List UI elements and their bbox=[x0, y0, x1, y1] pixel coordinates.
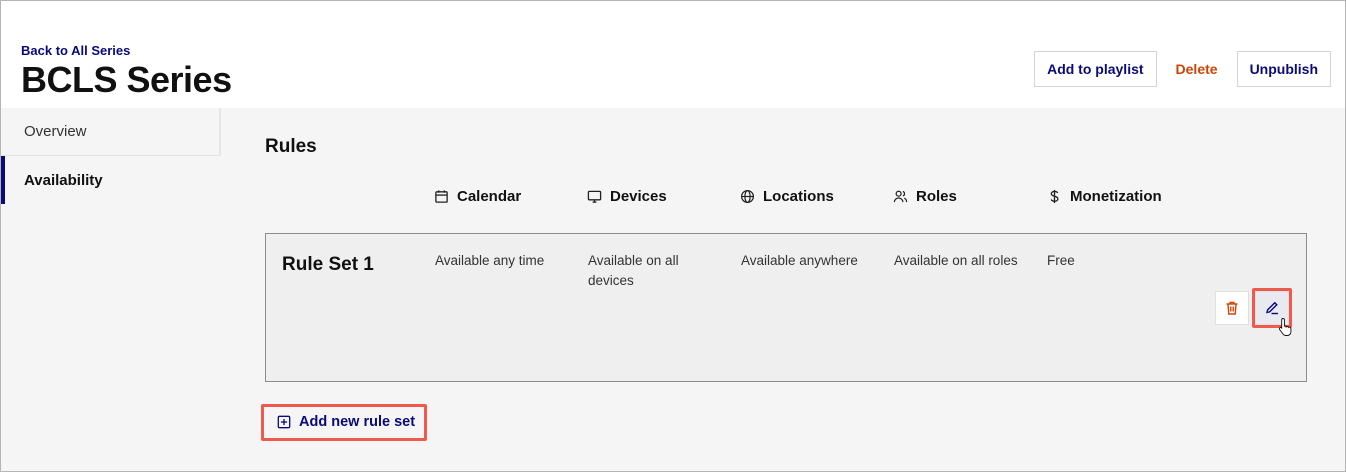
sidebar-item-availability[interactable]: Availability bbox=[1, 156, 221, 204]
rules-heading: Rules bbox=[265, 136, 317, 157]
main-content: Rules Calendar Devices Locations Roles M… bbox=[221, 108, 1345, 471]
column-header-monetization: Monetization bbox=[1047, 188, 1162, 205]
column-label: Roles bbox=[916, 188, 957, 205]
pointer-cursor-icon bbox=[1278, 318, 1292, 336]
rule-roles-value: Available on all roles bbox=[894, 253, 1018, 268]
rule-set-card: Rule Set 1 Available any time Available … bbox=[265, 233, 1307, 382]
header-actions: Add to playlist Delete Unpublish bbox=[1034, 51, 1331, 87]
users-icon bbox=[893, 190, 908, 203]
add-to-playlist-button[interactable]: Add to playlist bbox=[1034, 51, 1157, 87]
delete-rule-set-button[interactable] bbox=[1215, 291, 1249, 325]
column-label: Monetization bbox=[1070, 188, 1162, 205]
sidebar-item-label: Availability bbox=[24, 171, 103, 189]
delete-button[interactable]: Delete bbox=[1162, 51, 1231, 87]
plus-square-icon bbox=[277, 415, 291, 429]
column-label: Devices bbox=[610, 188, 667, 205]
rule-set-name: Rule Set 1 bbox=[282, 254, 374, 275]
rule-calendar-value: Available any time bbox=[435, 253, 545, 268]
column-header-locations: Locations bbox=[740, 188, 834, 205]
rule-locations-value: Available anywhere bbox=[741, 253, 858, 268]
calendar-icon bbox=[435, 190, 448, 203]
globe-icon bbox=[740, 189, 755, 204]
trash-icon bbox=[1226, 301, 1238, 315]
pencil-icon bbox=[1266, 301, 1278, 315]
unpublish-button[interactable]: Unpublish bbox=[1236, 51, 1331, 87]
column-header-devices: Devices bbox=[587, 188, 667, 205]
rule-monetization-value: Free bbox=[1047, 253, 1075, 268]
column-label: Calendar bbox=[457, 188, 522, 205]
column-header-calendar: Calendar bbox=[434, 188, 521, 205]
column-label: Locations bbox=[763, 188, 834, 205]
rule-devices-value: Available on all devices bbox=[588, 253, 679, 288]
app-frame: Back to All Series BCLS Series Add to pl… bbox=[0, 0, 1346, 472]
page-title: BCLS Series bbox=[21, 59, 232, 100]
sidebar-item-label: Overview bbox=[24, 123, 87, 140]
add-new-rule-set-label: Add new rule set bbox=[299, 414, 416, 430]
back-to-all-series-link[interactable]: Back to All Series bbox=[21, 43, 130, 58]
sidebar: Overview Availability bbox=[1, 108, 221, 471]
page-header: Back to All Series BCLS Series Add to pl… bbox=[1, 1, 1345, 108]
dollar-icon bbox=[1050, 189, 1059, 204]
column-header-roles: Roles bbox=[893, 188, 957, 205]
add-new-rule-set-button[interactable]: Add new rule set bbox=[277, 414, 415, 430]
monitor-icon bbox=[587, 190, 602, 203]
sidebar-item-overview[interactable]: Overview bbox=[1, 108, 221, 156]
